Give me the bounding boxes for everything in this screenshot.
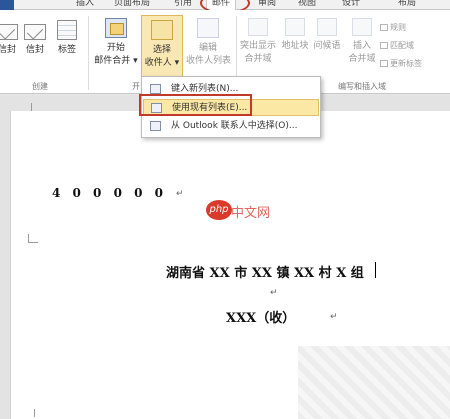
postcode-text[interactable]: 4 0 0 0 0 0 [52, 186, 167, 200]
watermark: php 中文网 [206, 200, 270, 222]
envelopes-button[interactable]: 信封 [0, 24, 20, 55]
envelope-icon [0, 24, 18, 40]
tab-insert[interactable]: 插入 [76, 0, 94, 10]
match-fields-button[interactable]: 匹配域 [380, 40, 414, 51]
new-list-icon [150, 84, 161, 94]
group-separator [88, 16, 89, 90]
crop-mark [24, 103, 32, 111]
labels-button[interactable]: 标签 [54, 20, 80, 55]
chevron-down-icon: ▾ [130, 56, 138, 66]
tab-file[interactable] [0, 0, 14, 10]
insert-merge-field-button[interactable]: 插入 合并域 [346, 18, 378, 64]
edit-recipient-list-button[interactable]: 编辑 收件人列表 [186, 18, 232, 66]
tab-view[interactable]: 视图 [298, 0, 316, 10]
crop-mark [28, 234, 38, 243]
menu-item-label: 键入新列表(N)... [171, 84, 239, 94]
select-label-2: 收件人 [144, 58, 172, 68]
crop-mark [34, 409, 42, 417]
address-block-label: 地址块 [281, 41, 309, 51]
group-create-label: 创建 [32, 82, 48, 91]
greeting-line-button[interactable]: 问候语 [312, 18, 342, 51]
outlook-contacts-icon [150, 121, 161, 131]
existing-list-highlight-box [139, 94, 252, 116]
menu-item-outlook-contacts[interactable]: 从 Outlook 联系人中选择(O)... [143, 118, 319, 135]
menu-item-label: 从 Outlook 联系人中选择(O)... [171, 121, 298, 131]
recipients-icon [149, 18, 175, 40]
group-write-insert-label: 编写和插入域 [338, 82, 386, 91]
start-mail-merge-button[interactable]: 开始 邮件合并 ▾ [94, 18, 138, 66]
text-cursor [375, 262, 376, 278]
group-start-label: 开 [132, 82, 140, 91]
insert-field-icon [352, 18, 372, 36]
edit-label-2: 收件人列表 [186, 56, 232, 66]
paragraph-mark: ↵ [330, 312, 338, 322]
highlight-label-2: 合并域 [244, 54, 272, 64]
rules-icon [380, 24, 388, 31]
tab-review[interactable]: 审阅 [258, 0, 276, 10]
match-fields-label: 匹配域 [390, 41, 414, 50]
recipient-text[interactable]: XXX（收） [226, 307, 295, 326]
tab-layout[interactable]: 布局 [398, 0, 416, 10]
edit-list-icon [197, 18, 219, 38]
update-labels-icon [380, 60, 388, 67]
update-labels-button[interactable]: 更新标签 [380, 58, 422, 69]
chevron-down-icon: ▾ [171, 58, 180, 68]
address-block-icon [285, 18, 305, 36]
paragraph-mark: ↵ [176, 189, 184, 199]
start-label-2: 邮件合并 [94, 56, 131, 66]
insert-field-label-1: 插入 [352, 41, 371, 51]
address-block-button[interactable]: 地址块 [280, 18, 310, 51]
address-text[interactable]: 湖南省 XX 市 XX 镇 XX 村 X 组 [166, 262, 364, 281]
highlight-fields-icon [248, 18, 268, 36]
tab-references[interactable]: 引用 [174, 0, 192, 10]
greeting-line-label: 问候语 [313, 41, 341, 51]
match-fields-icon [380, 42, 388, 49]
select-recipients-content[interactable]: 选择 收件人 ▾ [141, 18, 183, 68]
tab-design[interactable]: 设计 [342, 0, 360, 10]
mail-merge-icon [105, 18, 127, 38]
envelopes-label: 信封 [0, 45, 16, 55]
highlight-label-1: 突出显示 [239, 41, 276, 51]
ribbon-tab-bar: 插入 页面布局 引用 邮件 审阅 视图 设计 布局 [0, 0, 450, 14]
paragraph-mark: ↵ [270, 288, 278, 298]
blurred-area [298, 346, 450, 419]
highlight-merge-fields-button[interactable]: 突出显示 合并域 [238, 18, 278, 64]
labels-label: 标签 [57, 45, 76, 55]
rules-button[interactable]: 规则 [380, 22, 406, 33]
rules-label: 规则 [390, 23, 406, 32]
update-labels-label: 更新标签 [390, 59, 422, 68]
insert-field-label-2: 合并域 [348, 54, 376, 64]
envelopes-button-2[interactable]: 信封 [22, 24, 48, 55]
watermark-text: 中文网 [231, 206, 271, 221]
envelopes2-label: 信封 [25, 45, 44, 55]
greeting-line-icon [317, 18, 337, 36]
edit-label-1: 编辑 [198, 43, 217, 53]
label-sheet-icon [57, 20, 77, 40]
envelope-icon [24, 24, 46, 40]
select-label-1: 选择 [152, 45, 171, 55]
tab-page-layout[interactable]: 页面布局 [114, 0, 150, 10]
php-logo: php [206, 200, 232, 220]
start-label-1: 开始 [106, 43, 125, 53]
